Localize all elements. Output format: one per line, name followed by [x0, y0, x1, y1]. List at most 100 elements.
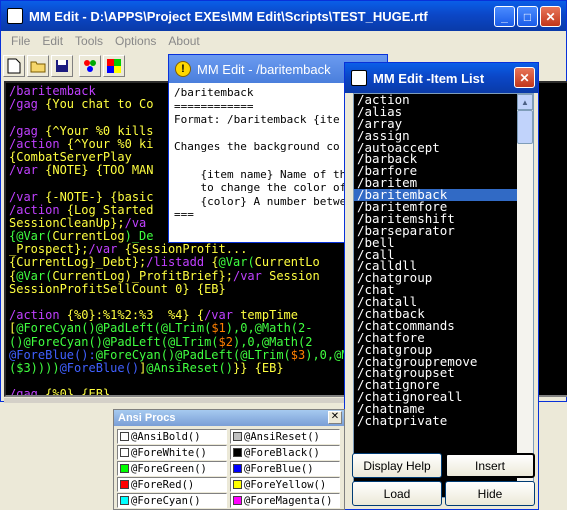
maximize-button[interactable]: □: [517, 6, 538, 27]
ansi-procs-window: Ansi Procs ✕ @AnsiBold() @AnsiReset() @For…: [113, 409, 345, 510]
app-icon: [7, 8, 23, 24]
save-disk-icon: [56, 60, 68, 72]
editor-token: @ForeCyan()@PadLeft(@LTrim(: [16, 322, 212, 336]
ansi-proc-label: @AnsiReset(): [244, 430, 320, 443]
editor-token: {NOTE} {TOO MAN: [45, 164, 154, 178]
load-button[interactable]: Load: [352, 481, 442, 506]
editor-token: CurrentLog: [52, 230, 125, 244]
open-file-button[interactable]: [27, 55, 49, 77]
ansi-proc-item[interactable]: @ForeRed(): [117, 477, 227, 492]
ansi-procs-title[interactable]: Ansi Procs: [114, 410, 344, 426]
editor-token: )_ProfitBrief};: [124, 269, 233, 283]
ansi-proc-item[interactable]: @ForeWhite(): [117, 445, 227, 460]
list-vertical-scrollbar[interactable]: ▲ ▼: [517, 94, 533, 497]
editor-token: $1: [211, 322, 226, 336]
editor-token: @AnsiReset(): [146, 361, 233, 375]
menu-bar: File Edit Tools Options About: [1, 32, 206, 50]
ansi-proc-item[interactable]: @ForeBlack(): [230, 445, 340, 460]
editor-token: {CurrentLog}_Debt};: [9, 256, 147, 270]
item-list-title-bar[interactable]: MM Edit -Item List: [345, 63, 538, 93]
ansi-proc-item[interactable]: @AnsiBold(): [117, 429, 227, 444]
editor-token: @Var(: [218, 256, 255, 270]
editor-token: CurrentLog: [52, 269, 125, 283]
editor-token: {SessionProfit...: [124, 243, 248, 257]
command-listbox[interactable]: /action/alias/array/assign/autoaccept/ba…: [353, 93, 534, 498]
main-title-bar[interactable]: MM Edit - D:\APPS\Project EXEs\MM Edit\S…: [1, 1, 566, 31]
ansi-proc-label: @ForeMagenta(): [244, 494, 333, 507]
scroll-up-icon[interactable]: ▲: [517, 94, 533, 110]
help-window-title: MM Edit - /baritemback: [197, 61, 331, 77]
color-dots-icon: [84, 60, 96, 72]
insert-button[interactable]: Insert: [445, 453, 535, 478]
editor-token: {Log Started: [66, 203, 154, 217]
ansi-proc-label: @ForeBlue(): [244, 462, 314, 475]
ansi-proc-item[interactable]: @ForeYellow(): [230, 477, 340, 492]
editor-token: @ForeCyan()@PadLeft(@LTrim(: [95, 348, 291, 362]
editor-token: /gag: [9, 124, 46, 138]
item-list-close-button[interactable]: ✕: [514, 67, 535, 88]
item-list-title: MM Edit -Item List: [373, 70, 485, 86]
editor-token: {-NOTE-} {basic: [45, 190, 154, 204]
ansi-proc-item[interactable]: @AnsiReset(): [230, 429, 340, 444]
item-list-app-icon: [351, 70, 367, 86]
scroll-thumb[interactable]: [517, 110, 533, 144]
ansi-proc-label: @ForeRed(): [131, 478, 195, 491]
editor-token: {: [211, 256, 219, 270]
new-file-button[interactable]: [3, 55, 25, 77]
editor-token: @ForeBlue():: [9, 348, 96, 362]
ansi-proc-label: @ForeBlack(): [244, 446, 320, 459]
editor-token: SessionProfitSellCount 0} {EB}: [9, 282, 226, 296]
display-help-button[interactable]: Display Help: [352, 453, 442, 478]
palette-button[interactable]: [103, 55, 125, 77]
menu-edit[interactable]: Edit: [36, 32, 69, 50]
list-item[interactable]: /chatprivate: [354, 414, 517, 427]
editor-token: /gag: [9, 388, 46, 397]
menu-tools[interactable]: Tools: [69, 32, 109, 50]
colors-button[interactable]: [79, 55, 101, 77]
ansi-proc-item[interactable]: @ForeMagenta(): [230, 493, 340, 508]
save-file-button[interactable]: [51, 55, 73, 77]
editor-token: /var: [9, 164, 46, 178]
horizontal-scrollbar[interactable]: [4, 398, 354, 403]
command-list[interactable]: /action/alias/array/assign/autoaccept/ba…: [354, 94, 517, 497]
ansi-proc-item[interactable]: @ForeBlue(): [230, 461, 340, 476]
editor-token: /var: [9, 190, 46, 204]
color-swatch-icon: [233, 496, 242, 505]
menu-about[interactable]: About: [162, 32, 205, 50]
editor-token: /action: [9, 137, 67, 151]
editor-token: ($3)))): [9, 361, 60, 375]
ansi-proc-label: @ForeWhite(): [131, 446, 207, 459]
editor-token: SessionCleanUp};: [9, 216, 125, 230]
editor-token: @Var(: [16, 269, 53, 283]
editor-token: [9, 111, 16, 124]
editor-token: {You chat to Co: [45, 98, 154, 112]
color-swatch-icon: [120, 448, 129, 457]
editor-token: $3: [290, 348, 306, 362]
editor-token: Session: [269, 269, 320, 283]
color-swatch-icon: [233, 448, 242, 457]
color-swatch-icon: [233, 464, 242, 473]
editor-token: {^Your %0 kills: [45, 124, 154, 138]
menu-file[interactable]: File: [5, 32, 36, 50]
editor-token: tempTime: [240, 309, 298, 323]
editor-token: /var: [232, 269, 270, 283]
ansi-proc-item[interactable]: @ForeCyan(): [117, 493, 227, 508]
main-window-title: MM Edit - D:\APPS\Project EXEs\MM Edit\S…: [29, 8, 428, 24]
hide-button[interactable]: Hide: [445, 481, 535, 506]
color-swatch-icon: [120, 496, 129, 505]
ansi-procs-close-button[interactable]: ✕: [328, 411, 342, 424]
toolbar: [3, 55, 125, 79]
close-button[interactable]: ✕: [540, 6, 561, 27]
editor-token: _Prospect};: [9, 243, 89, 257]
editor-token: [9, 296, 16, 309]
editor-token: /gag: [9, 98, 46, 112]
editor-token: {CombatServerPlay: [9, 150, 132, 164]
ansi-proc-item[interactable]: @ForeGreen(): [117, 461, 227, 476]
color-swatch-icon: [120, 480, 129, 489]
warning-icon: !: [175, 61, 191, 77]
palette-icon: [107, 59, 121, 73]
minimize-button[interactable]: _: [494, 6, 515, 27]
menu-options[interactable]: Options: [109, 32, 162, 50]
ansi-proc-label: @ForeYellow(): [244, 478, 327, 491]
open-folder-icon: [30, 61, 46, 73]
